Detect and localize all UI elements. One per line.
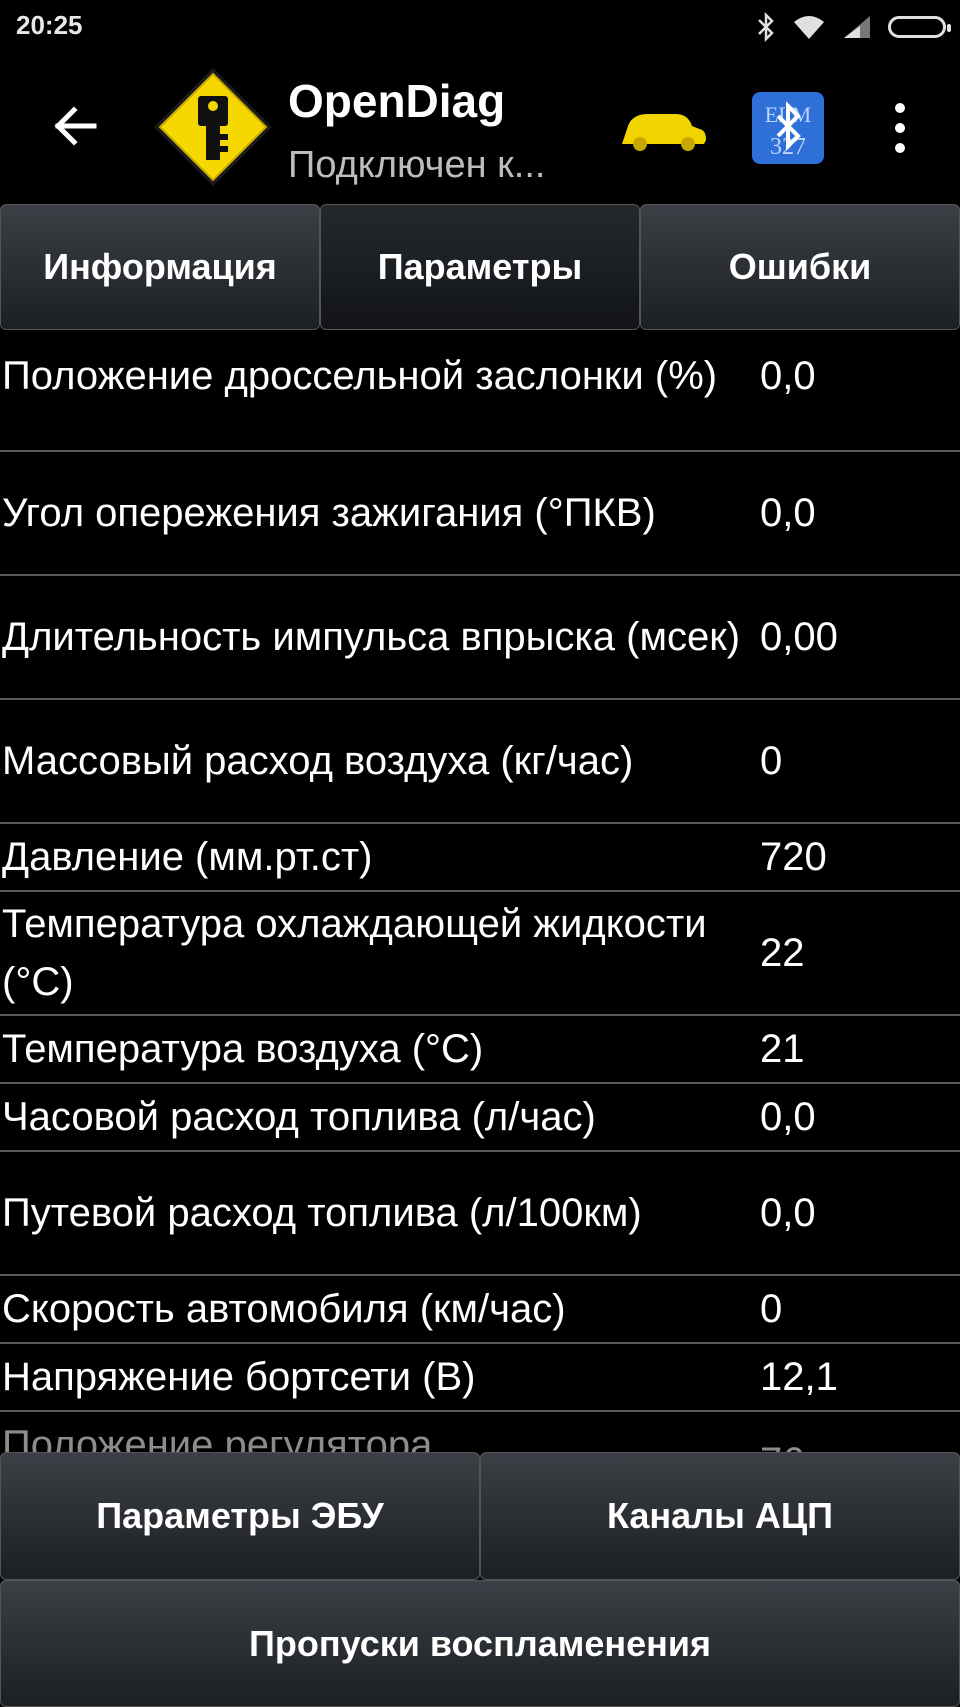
parameter-name: Давление (мм.рт.ст) [2, 835, 373, 879]
parameter-name: Положение дроссельной заслонки (%) [2, 354, 718, 398]
connection-status: Подключен к... [288, 144, 546, 186]
parameter-row[interactable]: Температура охлаждающей жидкости (°C) 22 [0, 892, 960, 1016]
app-title: OpenDiag [288, 75, 506, 127]
parameter-row[interactable]: Температура воздуха (°C) 21 [0, 1016, 960, 1084]
parameter-row[interactable]: Положение дроссельной заслонки (%) 0,0 [0, 330, 960, 452]
parameter-row[interactable]: Часовой расход топлива (л/час) 0,0 [0, 1084, 960, 1152]
parameter-name: Температура охлаждающей жидкости (°C) [2, 902, 707, 1004]
parameter-value: 0,0 [760, 1190, 816, 1235]
parameter-value: 76 [760, 1440, 805, 1452]
parameter-name: Скорость автомобиля (км/час) [2, 1287, 566, 1331]
parameter-value: 21 [760, 1026, 805, 1071]
parameter-row[interactable]: Угол опережения зажигания (°ПКВ) 0,0 [0, 452, 960, 576]
parameter-value: 12,1 [760, 1354, 838, 1399]
parameter-name: Угол опережения зажигания (°ПКВ) [2, 491, 656, 535]
parameter-name: Положение регулятора [2, 1423, 433, 1452]
parameter-row[interactable]: Скорость автомобиля (км/час) 0 [0, 1276, 960, 1344]
parameter-name: Путевой расход топлива (л/100км) [2, 1191, 642, 1235]
parameter-name: Напряжение бортсети (В) [2, 1355, 476, 1399]
parameter-list[interactable]: Положение дроссельной заслонки (%) 0,0 У… [0, 330, 960, 1452]
status-bar: 20:25 [0, 0, 960, 54]
wifi-icon [794, 16, 824, 39]
signal-icon [844, 16, 870, 38]
parameter-row[interactable]: Напряжение бортсети (В) 12,1 [0, 1344, 960, 1412]
tab-errors[interactable]: Ошибки [640, 204, 960, 330]
parameter-value: 0,0 [760, 353, 816, 398]
parameter-row[interactable]: Давление (мм.рт.ст) 720 [0, 824, 960, 892]
status-icons [756, 10, 951, 44]
parameter-value: 0,0 [760, 1094, 816, 1139]
parameter-value: 0 [760, 738, 783, 783]
elm327-bluetooth-icon[interactable]: ELM 327 [752, 92, 824, 164]
parameter-value: 0,0 [760, 490, 816, 535]
parameter-name: Часовой расход топлива (л/час) [2, 1095, 596, 1139]
parameter-value: 22 [760, 930, 805, 975]
bluetooth-status-icon [758, 12, 774, 42]
parameter-value: 0 [760, 1286, 783, 1331]
parameter-row[interactable]: Положение регулятора 76 [0, 1412, 960, 1452]
status-time: 20:25 [16, 10, 83, 40]
parameter-row[interactable]: Массовый расход воздуха (кг/час) 0 [0, 700, 960, 824]
parameter-name: Длительность импульса впрыска (мсек) [2, 615, 741, 659]
parameter-value: 720 [760, 834, 827, 879]
parameter-value: 0,00 [760, 614, 838, 659]
parameter-row[interactable]: Длительность импульса впрыска (мсек) 0,0… [0, 576, 960, 700]
parameter-row[interactable]: Путевой расход топлива (л/100км) 0,0 [0, 1152, 960, 1276]
car-icon[interactable] [618, 108, 708, 154]
tab-bar: Информация Параметры Ошибки [0, 204, 960, 330]
misfires-button[interactable]: Пропуски воспламенения [0, 1580, 960, 1707]
overflow-menu-icon[interactable] [880, 98, 920, 158]
parameter-name: Температура воздуха (°C) [2, 1027, 484, 1071]
tab-information[interactable]: Информация [0, 204, 320, 330]
parameter-name: Массовый расход воздуха (кг/час) [2, 739, 634, 783]
tab-parameters[interactable]: Параметры [320, 204, 640, 330]
opendiag-logo-icon [154, 68, 272, 186]
app-bar: OpenDiag Подключен к... ELM 327 [0, 54, 960, 204]
ecu-parameters-button[interactable]: Параметры ЭБУ [0, 1452, 480, 1580]
adc-channels-button[interactable]: Каналы АЦП [480, 1452, 960, 1580]
battery-icon [888, 16, 951, 38]
back-arrow-icon[interactable] [48, 98, 104, 154]
